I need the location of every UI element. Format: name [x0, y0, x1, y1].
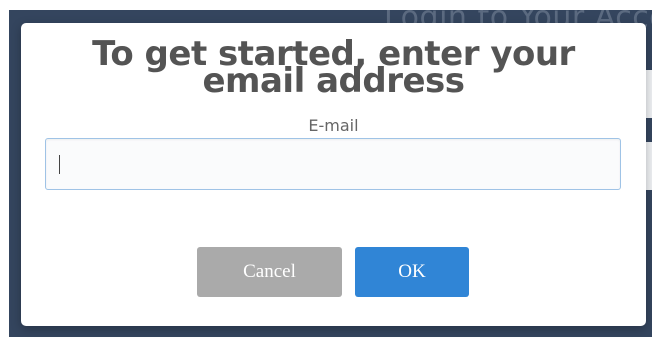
email-prompt-dialog: To get started, enter your email address…	[21, 23, 646, 326]
ok-button[interactable]: OK	[355, 247, 469, 297]
text-caret	[59, 155, 60, 174]
email-input[interactable]	[45, 138, 621, 190]
email-field-label: E-mail	[308, 116, 359, 135]
dialog-title: To get started, enter your email address	[92, 34, 575, 101]
cancel-button[interactable]: Cancel	[197, 247, 342, 297]
